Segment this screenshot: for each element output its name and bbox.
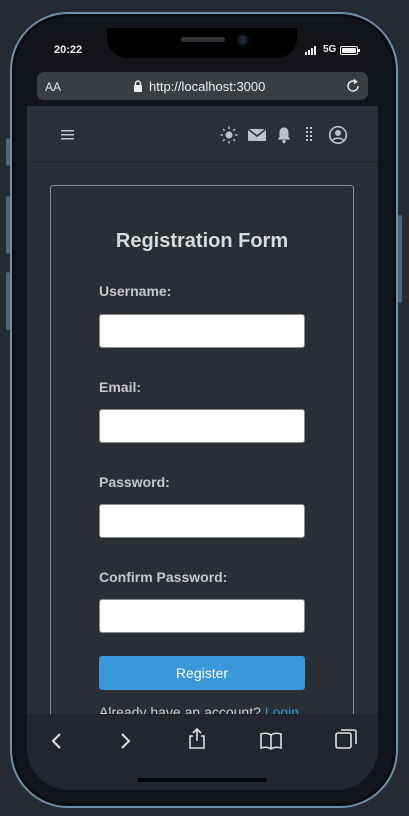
password-label: Password: [99, 474, 170, 490]
register-button[interactable]: Register [99, 656, 305, 690]
email-input[interactable] [99, 409, 305, 443]
bell-icon[interactable] [275, 126, 293, 144]
username-label: Username: [99, 283, 172, 299]
back-icon[interactable] [45, 729, 69, 753]
front-camera [237, 34, 249, 46]
username-input[interactable] [99, 314, 305, 348]
lock-icon [134, 80, 142, 92]
reload-icon[interactable] [345, 78, 361, 94]
phone-screen: 20:22 5G AA http://localhost:3000 Regist… [27, 28, 378, 790]
power-button [398, 215, 402, 303]
apps-icon[interactable] [303, 126, 315, 144]
device-stage: 20:22 5G AA http://localhost:3000 Regist… [0, 0, 409, 816]
password-input[interactable] [99, 504, 305, 538]
page-content: Registration Form Username: Email: Passw… [27, 162, 378, 745]
signal-icon [305, 46, 319, 55]
menu-icon[interactable] [59, 126, 77, 144]
home-indicator [137, 778, 267, 782]
form-title: Registration Form [115, 230, 289, 252]
account-icon[interactable] [328, 125, 348, 145]
speaker-grille [181, 37, 225, 42]
status-bar: 20:22 5G [27, 28, 378, 70]
confirm-password-input[interactable] [99, 599, 305, 633]
notch [107, 28, 297, 58]
url-text: http://localhost:3000 [149, 79, 266, 94]
confirm-password-label: Confirm Password: [99, 569, 228, 585]
browser-address-bar: AA http://localhost:3000 [27, 70, 378, 106]
site-navbar [27, 106, 378, 162]
share-icon[interactable] [185, 727, 209, 751]
sun-icon[interactable] [220, 126, 238, 144]
bookmarks-icon[interactable] [259, 729, 283, 753]
mail-icon[interactable] [247, 126, 267, 144]
url-field[interactable]: AA http://localhost:3000 [37, 72, 368, 100]
network-type: 5G [323, 44, 337, 55]
email-label: Email: [99, 379, 142, 395]
tabs-icon[interactable] [334, 727, 358, 751]
registration-form: Registration Form Username: Email: Passw… [50, 185, 354, 745]
status-time: 20:22 [54, 44, 83, 56]
browser-toolbar [27, 714, 378, 790]
text-size-button[interactable]: AA [45, 80, 61, 94]
battery-icon [340, 46, 360, 55]
forward-icon[interactable] [113, 729, 137, 753]
